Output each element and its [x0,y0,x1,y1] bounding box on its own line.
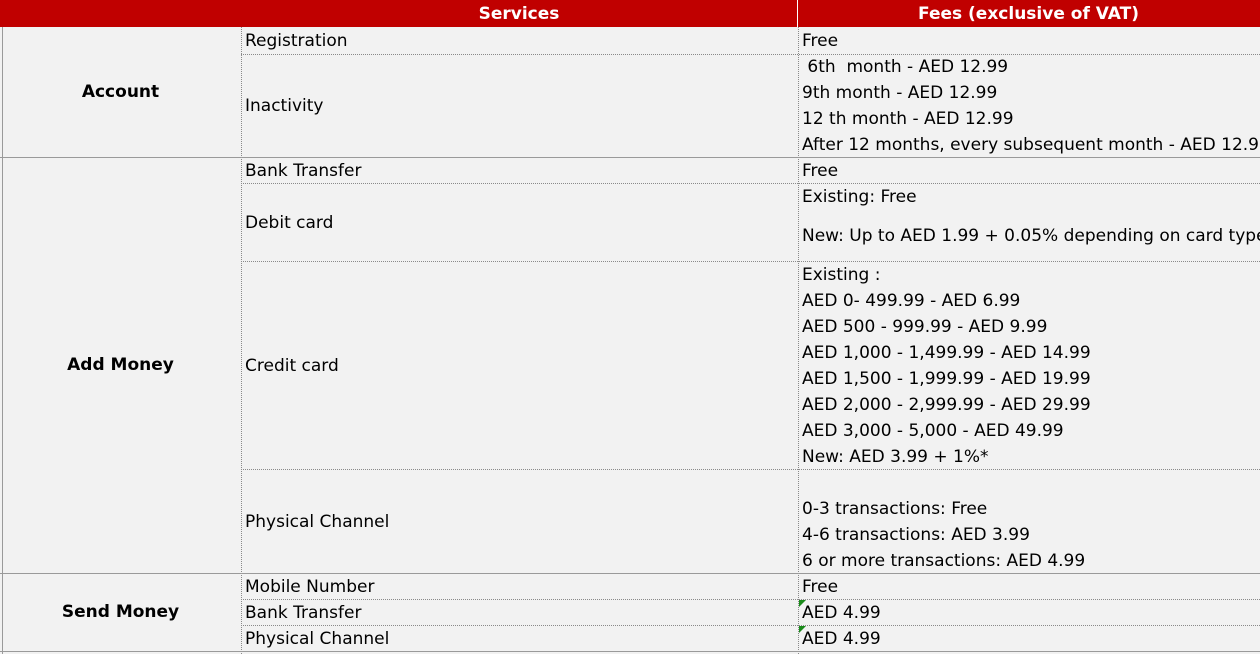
category-divider [241,27,242,654]
fee-line: 0-3 transactions: Free [802,499,988,519]
fee-line: After 12 months, every subsequent month … [802,135,1260,155]
service-send-physical-channel: Physical Channel [245,629,390,649]
fee-line: Free [802,161,839,181]
fee-line: Free [802,31,839,51]
service-inactivity: Inactivity [245,95,324,116]
fee-line: AED 1,000 - 1,499.99 - AED 14.99 [802,343,1091,363]
fee-line: 6 or more transactions: AED 4.99 [802,551,1086,571]
service-bank-transfer: Bank Transfer [245,161,362,181]
fee-line: AED 4.99 [802,629,881,649]
service-send-bank-transfer: Bank Transfer [245,603,362,623]
fee-line: AED 1,500 - 1,999.99 - AED 19.99 [802,369,1091,389]
fee-line: Existing: Free [802,187,917,207]
fee-line: New: Up to AED 1.99 + 0.05% depending on… [802,226,1260,246]
fee-physical-channel: 0-3 transactions: Free 4-6 transactions:… [802,496,1260,574]
service-physical-channel: Physical Channel [245,511,390,532]
fee-line: AED 500 - 999.99 - AED 9.99 [802,317,1048,337]
fee-mobile-number: Free [802,574,1260,600]
service-debit-card: Debit card [245,212,334,233]
service-mobile-number: Mobile Number [245,577,375,597]
service-credit-card: Credit card [245,355,339,376]
table-header: Services Fees (exclusive of VAT) [0,0,1260,27]
cell-error-indicator-icon[interactable] [799,600,806,607]
fee-line: 4-6 transactions: AED 3.99 [802,525,1030,545]
fee-line: AED 2,000 - 2,999.99 - AED 29.99 [802,395,1091,415]
fee-line: New: AED 3.99 + 1%* [802,447,989,467]
fee-bank-transfer: Free [802,158,1260,184]
fees-table: Services Fees (exclusive of VAT) Account… [0,0,1260,654]
fee-credit-card: Existing : AED 0- 499.99 - AED 6.99 AED … [802,262,1260,470]
fee-inactivity: 6th month - AED 12.99 9th month - AED 12… [802,54,1260,158]
fee-line: AED 0- 499.99 - AED 6.99 [802,291,1021,311]
fees-header: Fees (exclusive of VAT) [918,4,1139,24]
fee-line: 9th month - AED 12.99 [802,83,998,103]
fee-line: 6th month - AED 12.99 [802,57,1009,77]
category-send-money: Send Money [61,602,180,622]
fee-line: Existing : [802,265,881,285]
fee-debit-card: Existing: Free New: Up to AED 1.99 + 0.0… [802,184,1260,249]
category-add-money: Add Money [67,355,174,375]
fee-line: 12 th month - AED 12.99 [802,109,1014,129]
fee-send-bank-transfer: AED 4.99 [802,600,1260,626]
service-registration: Registration [245,31,348,51]
fee-send-physical-channel: AED 4.99 [802,626,1260,652]
fee-registration: Free [802,28,1260,54]
category-account: Account [81,82,160,102]
fee-divider [798,27,799,654]
services-header: Services [478,4,560,24]
cell-error-indicator-icon[interactable] [799,626,806,633]
fee-line: AED 3,000 - 5,000 - AED 49.99 [802,421,1064,441]
fee-line: Free [802,577,839,597]
fee-line: AED 4.99 [802,603,881,623]
